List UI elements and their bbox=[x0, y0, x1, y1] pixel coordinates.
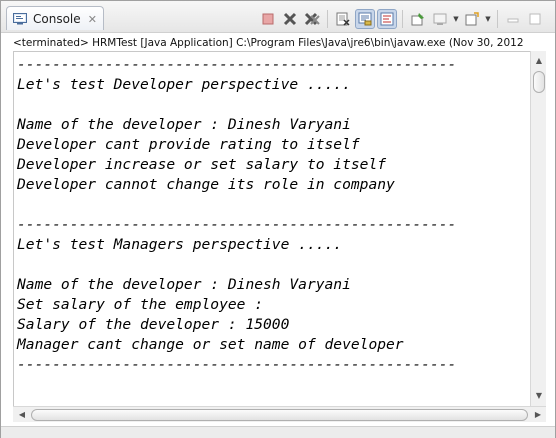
console-line: Let's test Developer perspective ..... bbox=[17, 76, 351, 93]
console-line: ----------------------------------------… bbox=[17, 216, 457, 233]
display-selected-console-icon bbox=[433, 13, 447, 25]
toolbar-separator bbox=[402, 10, 403, 28]
word-wrap-button[interactable] bbox=[377, 9, 397, 29]
horizontal-scroll-thumb[interactable] bbox=[31, 409, 528, 421]
view-title-bar: Console ✕ ▼ ▼ bbox=[1, 1, 555, 33]
open-console-icon bbox=[465, 12, 479, 26]
chevron-down-icon[interactable]: ▼ bbox=[484, 15, 492, 23]
toolbar-separator bbox=[497, 10, 498, 28]
console-view: Console ✕ ▼ ▼ <terminated> HRMTest [Java… bbox=[0, 0, 556, 438]
console-line: Name of the developer : Dinesh Varyani bbox=[17, 116, 351, 133]
console-line: Developer cant provide rating to itself bbox=[17, 136, 360, 153]
console-line: Set salary of the employee : bbox=[17, 296, 264, 313]
remove-launch-button[interactable] bbox=[280, 9, 300, 29]
terminate-button[interactable] bbox=[258, 9, 278, 29]
console-lines: ----------------------------------------… bbox=[17, 55, 456, 375]
clear-console-icon bbox=[336, 12, 350, 26]
tab-console[interactable]: Console ✕ bbox=[6, 6, 104, 30]
close-icon[interactable]: ✕ bbox=[88, 13, 97, 26]
scroll-right-icon[interactable]: ▶ bbox=[530, 407, 546, 423]
horizontal-scrollbar[interactable]: ◀ ▶ bbox=[13, 406, 546, 422]
scroll-lock-button[interactable] bbox=[355, 9, 375, 29]
display-selected-console-button[interactable] bbox=[430, 9, 450, 29]
console-line: Developer cannot change its role in comp… bbox=[17, 176, 395, 193]
terminate-icon bbox=[262, 13, 274, 25]
minimize-button[interactable] bbox=[503, 9, 523, 29]
toolbar-separator bbox=[327, 10, 328, 28]
scroll-down-icon[interactable]: ▼ bbox=[531, 388, 547, 404]
console-line: Salary of the developer : 15000 bbox=[17, 316, 290, 333]
console-icon bbox=[13, 12, 27, 24]
pin-console-button[interactable] bbox=[408, 9, 428, 29]
minimize-icon bbox=[507, 18, 519, 23]
maximize-icon bbox=[529, 13, 541, 25]
console-toolbar: ▼ ▼ bbox=[258, 9, 545, 29]
scroll-left-icon[interactable]: ◀ bbox=[14, 407, 30, 423]
chevron-down-icon[interactable]: ▼ bbox=[452, 15, 460, 23]
vertical-scroll-thumb[interactable] bbox=[533, 71, 545, 93]
bottom-status-strip bbox=[1, 426, 555, 438]
console-line: Name of the developer : Dinesh Varyani bbox=[17, 276, 351, 293]
open-console-button[interactable] bbox=[462, 9, 482, 29]
word-wrap-icon bbox=[380, 12, 394, 26]
tab-label: Console bbox=[33, 11, 81, 26]
vertical-scrollbar[interactable]: ▲ ▼ bbox=[530, 51, 546, 406]
scroll-lock-icon bbox=[358, 12, 372, 26]
pin-console-icon bbox=[411, 13, 424, 26]
scroll-up-icon[interactable]: ▲ bbox=[531, 53, 547, 69]
maximize-button[interactable] bbox=[525, 9, 545, 29]
console-line: ----------------------------------------… bbox=[17, 56, 457, 73]
clear-console-button[interactable] bbox=[333, 9, 353, 29]
console-line: Developer increase or set salary to itse… bbox=[17, 156, 387, 173]
process-status-label: <terminated> HRMTest [Java Application] … bbox=[13, 37, 524, 49]
console-line: ----------------------------------------… bbox=[17, 356, 457, 373]
remove-all-terminated-icon bbox=[304, 12, 320, 26]
console-line: Manager cant change or set name of devel… bbox=[17, 336, 404, 353]
console-output[interactable]: ----------------------------------------… bbox=[13, 51, 530, 406]
remove-all-terminated-button[interactable] bbox=[302, 9, 322, 29]
remove-launch-icon bbox=[283, 12, 297, 26]
console-line: Let's test Managers perspective ..... bbox=[17, 236, 343, 253]
